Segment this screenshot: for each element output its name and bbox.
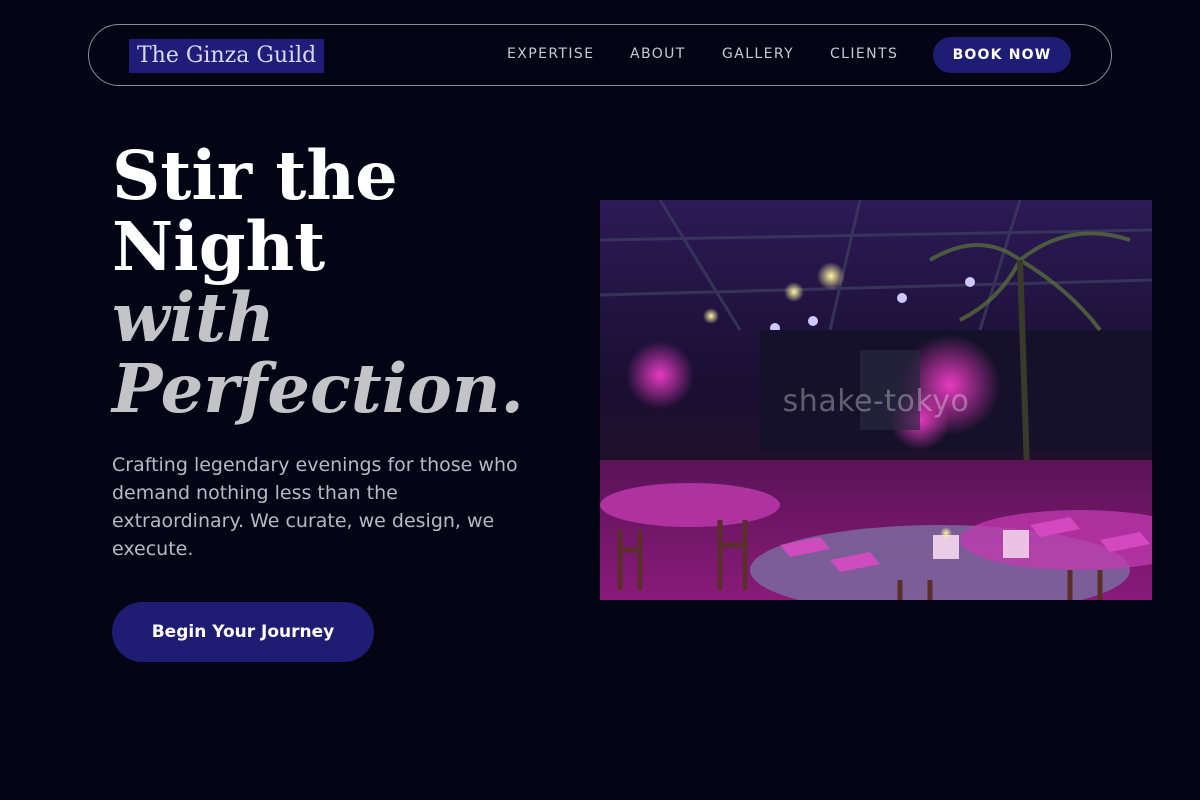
nav-link-about[interactable]: ABOUT (630, 46, 686, 62)
headline-line-2: Night (112, 207, 326, 286)
headline-line-4: Perfection. (112, 349, 524, 428)
headline-line-1: Stir the (112, 136, 398, 215)
top-nav: The Ginza Guild EXPERTISE ABOUT GALLERY … (88, 24, 1112, 86)
headline-line-3: with (112, 278, 275, 357)
hero-headline: Stir the Night with Perfection. (112, 140, 552, 424)
begin-journey-button[interactable]: Begin Your Journey (112, 602, 374, 662)
book-now-button[interactable]: BOOK NOW (933, 37, 1071, 73)
nav-link-clients[interactable]: CLIENTS (830, 46, 898, 62)
photo-watermark: shake-tokyo (782, 384, 970, 419)
brand-logo[interactable]: The Ginza Guild (129, 39, 325, 73)
nav-link-expertise[interactable]: EXPERTISE (507, 46, 594, 62)
page: The Ginza Guild EXPERTISE ABOUT GALLERY … (0, 0, 1200, 800)
nav-link-gallery[interactable]: GALLERY (722, 46, 794, 62)
hero-subtitle: Crafting legendary evenings for those wh… (112, 454, 518, 560)
banquet-hall-photo: shake-tokyo (600, 200, 1152, 600)
